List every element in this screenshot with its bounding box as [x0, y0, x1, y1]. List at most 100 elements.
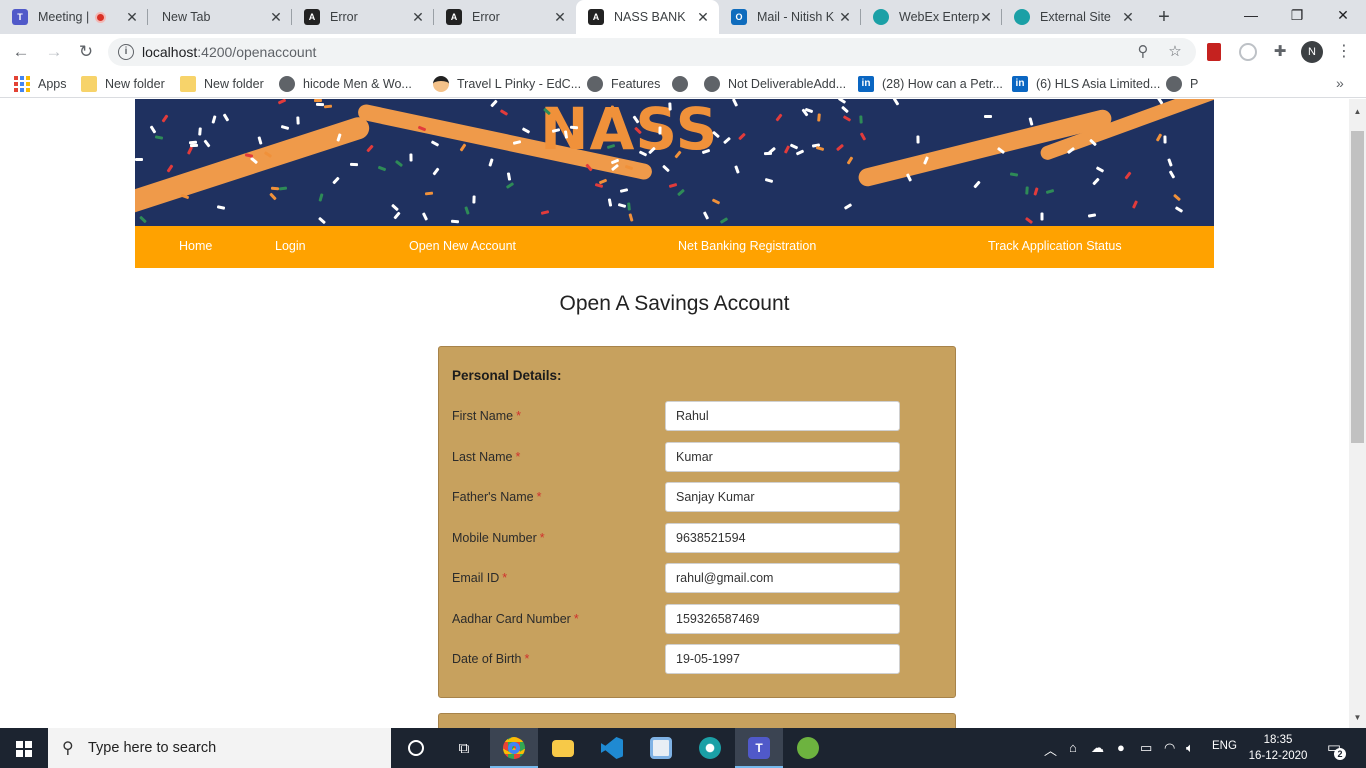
task-app-icon[interactable]	[637, 728, 685, 768]
first-name-field[interactable]	[665, 401, 900, 431]
tab-error-1[interactable]: A Error ✕	[292, 0, 434, 34]
language-indicator[interactable]: ENG	[1212, 740, 1237, 752]
profile-avatar[interactable]: N	[1301, 41, 1323, 63]
close-tab-icon[interactable]: ✕	[268, 9, 284, 25]
bookmark-star-icon[interactable]: ☆	[1166, 43, 1184, 61]
tab-error-2[interactable]: A Error ✕	[434, 0, 576, 34]
tray-usb-icon[interactable]: ⌂	[1069, 740, 1077, 755]
close-tab-icon[interactable]: ✕	[837, 9, 853, 25]
minimize-icon[interactable]: —	[1228, 0, 1274, 32]
restore-icon[interactable]: ❐	[1274, 0, 1320, 32]
tab-nass-bank[interactable]: A NASS BANK ✕	[576, 0, 719, 34]
outlook-icon: O	[731, 9, 747, 25]
confetti-piece	[257, 136, 263, 145]
tab-new-tab[interactable]: New Tab ✕	[150, 0, 292, 34]
confetti-piece	[391, 203, 399, 212]
close-tab-icon[interactable]: ✕	[124, 9, 140, 25]
bookmark-not-deliverable[interactable]: Not DeliverableAdd...	[704, 76, 846, 92]
close-tab-icon[interactable]: ✕	[978, 9, 994, 25]
tab-external-site[interactable]: External Site ✕	[1002, 0, 1144, 34]
back-arrow-icon[interactable]: ←	[10, 41, 32, 63]
scroll-up-icon[interactable]: ▲	[1353, 107, 1362, 116]
more-bookmarks-chevron-icon[interactable]: »	[1336, 75, 1344, 91]
spring-tool-icon[interactable]	[784, 728, 832, 768]
task-view-icon[interactable]: ⧉	[440, 728, 488, 768]
tab-mail[interactable]: O Mail - Nitish K ✕	[719, 0, 861, 34]
bookmark-travel[interactable]: Travel L Pinky - EdC...	[433, 76, 581, 92]
date-of-birth-field[interactable]	[665, 644, 900, 674]
tab-meeting[interactable]: T Meeting | ✕	[0, 0, 148, 34]
label-text: Mobile Number	[452, 531, 537, 545]
tab-webex[interactable]: WebEx Enterpr ✕	[861, 0, 1002, 34]
label-text: Date of Birth	[452, 652, 522, 666]
nav-net-banking-registration[interactable]: Net Banking Registration	[678, 239, 816, 253]
bookmark-linkedin-2[interactable]: in (6) HLS Asia Limited...	[1012, 76, 1160, 92]
zoom-icon[interactable]: ⚲	[1134, 43, 1152, 61]
bookmark-untitled[interactable]	[672, 76, 696, 92]
nav-open-new-account[interactable]: Open New Account	[409, 239, 516, 253]
notification-center-icon[interactable]: ▭ 2	[1324, 738, 1346, 760]
tray-chevron-icon[interactable]: ︿	[1044, 740, 1057, 759]
confetti-piece	[1024, 216, 1034, 225]
forward-arrow-icon[interactable]: →	[43, 41, 65, 63]
webex-taskbar-icon[interactable]	[686, 728, 734, 768]
confetti-piece	[315, 102, 325, 107]
avatar-icon	[433, 76, 449, 92]
bookmark-hicode[interactable]: hicode Men & Wo...	[279, 76, 412, 92]
close-tab-icon[interactable]: ✕	[552, 9, 568, 25]
nav-track-application-status[interactable]: Track Application Status	[988, 239, 1122, 253]
close-tab-icon[interactable]: ✕	[1120, 9, 1136, 25]
aadhar-number-field[interactable]	[665, 604, 900, 634]
extension-icon[interactable]	[1239, 43, 1257, 61]
teams-taskbar-icon[interactable]: T	[735, 728, 783, 768]
wifi-icon[interactable]: ◠	[1164, 740, 1175, 756]
email-field[interactable]	[665, 563, 900, 593]
confetti-piece	[349, 162, 359, 167]
label-text: Father's Name	[452, 490, 534, 504]
bookmark-folder-1[interactable]: New folder	[81, 76, 165, 92]
taskbar-search[interactable]: ⚲ Type here to search	[48, 728, 391, 768]
nav-home[interactable]: Home	[179, 239, 212, 253]
recording-icon	[95, 11, 107, 23]
address-bar[interactable]: i localhost:4200/openaccount ⚲ ☆	[108, 38, 1196, 66]
volume-icon[interactable]: 🔈︎	[1186, 740, 1194, 756]
confetti-piece	[668, 182, 678, 189]
battery-icon[interactable]: ▭	[1140, 740, 1152, 756]
scroll-down-icon[interactable]: ▼	[1353, 713, 1362, 722]
start-button[interactable]	[0, 728, 48, 768]
nav-login[interactable]: Login	[275, 239, 306, 253]
site-info-icon[interactable]: i	[118, 44, 134, 60]
file-explorer-icon[interactable]	[539, 728, 587, 768]
taskbar-clock[interactable]: 18:35 16-12-2020	[1248, 732, 1308, 764]
confetti-piece	[1095, 166, 1105, 173]
confetti-piece	[859, 115, 863, 124]
bookmark-folder-2[interactable]: New folder	[180, 76, 264, 92]
windows-logo-icon	[16, 741, 32, 757]
last-name-field[interactable]	[665, 442, 900, 472]
new-tab-plus-icon[interactable]: +	[1154, 7, 1174, 27]
close-tab-icon[interactable]: ✕	[410, 9, 426, 25]
close-window-icon[interactable]: ✕	[1320, 0, 1366, 32]
bookmark-linkedin-1[interactable]: in (28) How can a Petr...	[858, 76, 1003, 92]
puzzle-extensions-icon[interactable]: ✚	[1271, 43, 1289, 61]
chrome-taskbar-icon[interactable]	[490, 728, 538, 768]
confetti-piece	[464, 206, 470, 215]
onedrive-icon[interactable]: ☁	[1091, 740, 1104, 756]
fathers-name-field[interactable]	[665, 482, 900, 512]
confetti-piece	[1040, 212, 1044, 221]
microphone-icon[interactable]: ●	[1117, 740, 1125, 755]
bookmark-p[interactable]: P	[1166, 76, 1198, 92]
bookmark-apps[interactable]: Apps	[14, 76, 67, 92]
bookmark-features[interactable]: Features	[587, 76, 660, 92]
mobile-number-field[interactable]	[665, 523, 900, 553]
close-tab-icon[interactable]: ✕	[695, 9, 711, 25]
pdf-extension-icon[interactable]	[1207, 43, 1221, 61]
reload-icon[interactable]: ↻	[75, 41, 97, 63]
confetti-piece	[459, 143, 467, 152]
more-menu-icon[interactable]: ⋮	[1336, 41, 1352, 63]
page-scrollbar[interactable]: ▲ ▼	[1349, 99, 1366, 728]
scrollbar-thumb[interactable]	[1351, 131, 1364, 443]
cortana-icon[interactable]	[392, 728, 440, 768]
folder-icon	[180, 76, 196, 92]
vscode-icon[interactable]	[588, 728, 636, 768]
